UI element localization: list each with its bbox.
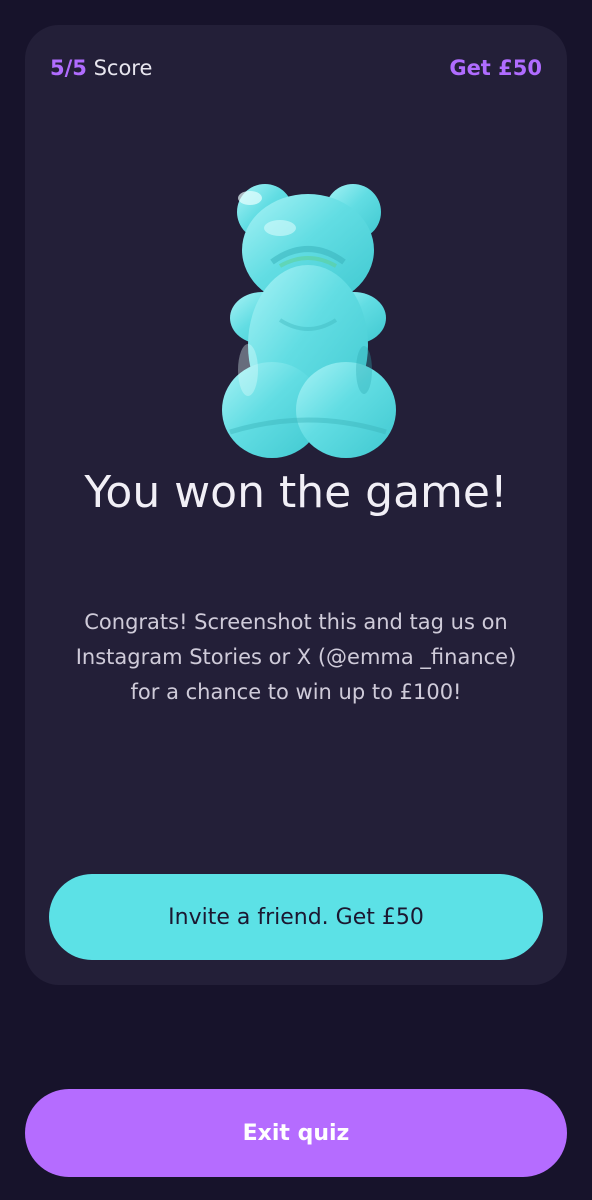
score-label: Score [86, 56, 153, 80]
score-value: 5/5 [50, 56, 87, 80]
result-message: Congrats! Screenshot this and tag us on … [75, 610, 517, 704]
result-card: 5/5 Score Get £50 You won the game! Cong… [25, 25, 567, 985]
invite-friend-button[interactable]: Invite a friend. Get £50 [49, 874, 543, 960]
get-reward-link[interactable]: Get £50 [449, 56, 542, 80]
exit-quiz-button[interactable]: Exit quiz [25, 1089, 567, 1177]
result-title: You won the game! [84, 467, 508, 518]
gummy-bear-icon [210, 170, 400, 470]
score-indicator: 5/5 Score [50, 56, 152, 80]
